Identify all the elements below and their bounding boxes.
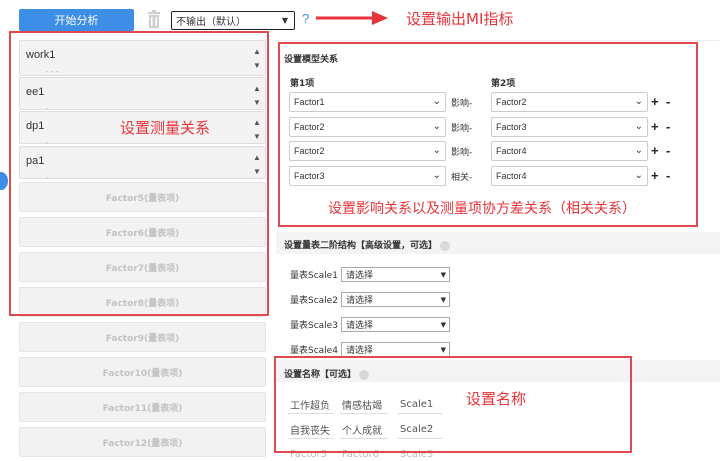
mi-output-value: 不输出（默认）: [176, 17, 246, 28]
mi-output-select[interactable]: 不输出（默认） ▼: [171, 11, 295, 30]
scale-select-value: 请选择: [346, 346, 374, 356]
annotation-frame-measure: [9, 31, 269, 316]
scale-select[interactable]: 请选择 ▼: [341, 317, 450, 332]
annotation-name: 设置名称: [466, 390, 527, 408]
factor-box-12[interactable]: Factor12(量表项): [19, 427, 266, 457]
annotation-arrow-icon: [316, 11, 388, 25]
chevron-down-icon: ▼: [440, 346, 446, 354]
factor-box-10[interactable]: Factor10(量表项): [19, 357, 266, 387]
scale-select[interactable]: 请选择 ▼: [341, 342, 450, 357]
scale-label: 量表Scale2: [290, 296, 338, 306]
chevron-down-icon: ▼: [281, 16, 288, 25]
start-analysis-button[interactable]: 开始分析: [19, 9, 134, 31]
annotation-measure: 设置测量关系: [120, 119, 211, 137]
help-icon[interactable]: ?: [302, 11, 309, 26]
second-order-title: 设置量表二阶结构【高级设置，可选】: [284, 238, 451, 251]
chevron-down-icon: ▼: [440, 271, 446, 279]
factor-box-9[interactable]: Factor9(量表项): [19, 322, 266, 352]
scale-label: 量表Scale3: [290, 321, 338, 331]
scale-select-value: 请选择: [346, 271, 374, 281]
scale-label: 量表Scale1: [290, 271, 338, 281]
annotation-frame-name: [274, 356, 632, 453]
scale-select-value: 请选择: [346, 296, 374, 306]
trash-icon[interactable]: [147, 10, 161, 28]
annotation-influence: 设置影响关系以及测量项协方差关系（相关关系）: [328, 201, 636, 217]
scale-select[interactable]: 请选择 ▼: [341, 267, 450, 282]
annotation-mi: 设置输出MI指标: [406, 10, 514, 28]
factor-box-11[interactable]: Factor11(量表项): [19, 392, 266, 422]
chevron-down-icon: ▼: [440, 296, 446, 304]
scale-select-value: 请选择: [346, 321, 374, 331]
scale-select[interactable]: 请选择 ▼: [341, 292, 450, 307]
scale-label: 量表Scale4: [290, 346, 338, 356]
chevron-down-icon: ▼: [440, 321, 446, 329]
info-icon[interactable]: [440, 240, 451, 251]
scroll-handle-icon[interactable]: [0, 172, 8, 190]
second-order-title-text: 设置量表二阶结构【高级设置，可选】: [284, 241, 438, 251]
